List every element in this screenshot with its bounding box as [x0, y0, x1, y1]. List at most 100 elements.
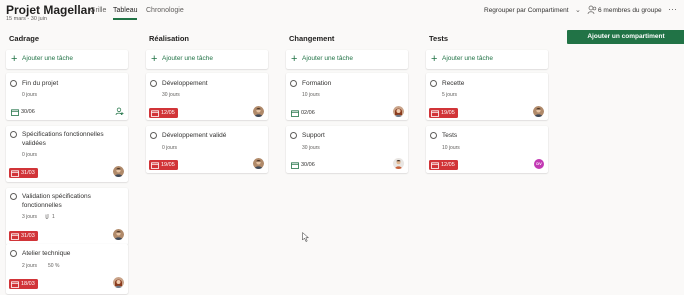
task-card[interactable]: Développement 30 jours 12/05 — [146, 73, 268, 120]
add-task-label: Ajouter une tâche — [302, 55, 353, 62]
complete-checkbox[interactable] — [290, 80, 297, 87]
add-task-label: Ajouter une tâche — [22, 55, 73, 62]
due-date: 12/05 — [161, 110, 175, 116]
mouse-cursor-icon — [302, 232, 310, 242]
bucket-title[interactable]: Changement — [289, 34, 334, 43]
page-header: Projet Magellan 15 mars - 30 juin Grille… — [0, 0, 684, 30]
task-progress: 10 jours — [442, 145, 460, 151]
more-options-icon[interactable]: ··· — [668, 4, 677, 14]
task-card[interactable]: Validation spécifications fonctionnelles… — [6, 188, 128, 245]
task-progress: 10 jours — [302, 92, 320, 98]
task-progress: 0 jours — [22, 152, 38, 158]
task-card[interactable]: Recette 5 jours 19/05 — [426, 73, 548, 120]
project-dates: 15 mars - 30 juin — [6, 16, 47, 22]
add-task-button[interactable]: + Ajouter une tâche — [286, 50, 408, 69]
avatar-initials[interactable]: DV — [534, 159, 544, 169]
add-task-button[interactable]: + Ajouter une tâche — [6, 50, 128, 69]
complete-checkbox[interactable] — [10, 193, 17, 200]
complete-checkbox[interactable] — [10, 250, 17, 257]
complete-checkbox[interactable] — [150, 132, 157, 139]
plus-icon: + — [431, 53, 438, 65]
due-date: 19/05 — [161, 162, 175, 168]
due-date: 30/06 — [21, 109, 35, 115]
tab-chronologie[interactable]: Chronologie — [146, 7, 184, 14]
complete-checkbox[interactable] — [290, 132, 297, 139]
tab-tableau[interactable]: Tableau — [113, 7, 138, 14]
complete-checkbox[interactable] — [430, 132, 437, 139]
members-label[interactable]: 6 membres du groupe — [598, 7, 662, 14]
percent-complete: 50 % — [48, 263, 60, 269]
task-title: Développement validé — [162, 132, 227, 139]
chevron-down-icon[interactable]: ⌄ — [575, 6, 581, 14]
avatar-man-2[interactable] — [393, 158, 404, 169]
calendar-icon — [431, 161, 439, 169]
task-card[interactable]: Fin du projet 0 jours 30/06 — [6, 73, 128, 120]
due-date-badge: 02/06 — [289, 108, 318, 118]
due-date-badge: 30/06 — [289, 160, 318, 170]
task-title: Recette — [442, 80, 465, 87]
active-tab-indicator — [113, 18, 137, 20]
bucket-title[interactable]: Réalisation — [149, 34, 189, 43]
task-progress: 30 jours — [302, 145, 320, 151]
task-title: Tests — [442, 132, 458, 139]
add-task-label: Ajouter une tâche — [442, 55, 493, 62]
task-card[interactable]: Atelier technique 2 jours 50 % 18/03 — [6, 244, 128, 294]
complete-checkbox[interactable] — [10, 80, 17, 87]
due-date-badge: 19/05 — [429, 108, 458, 118]
task-title: Atelier technique — [22, 250, 71, 257]
tab-grille[interactable]: Grille — [90, 7, 106, 14]
calendar-icon — [151, 161, 159, 169]
task-title: Formation — [302, 80, 332, 87]
avatar-man[interactable] — [113, 166, 124, 177]
task-card[interactable]: Développement validé 0 jours 19/05 — [146, 126, 268, 173]
avatar-woman[interactable] — [113, 277, 124, 288]
task-progress: 0 jours — [162, 145, 178, 151]
assign-icon[interactable] — [115, 107, 124, 116]
complete-checkbox[interactable] — [430, 80, 437, 87]
avatar-woman[interactable] — [393, 106, 404, 117]
task-card[interactable]: Support 30 jours 30/06 — [286, 126, 408, 173]
due-date-badge: 19/05 — [149, 160, 178, 170]
task-card[interactable]: Tests 10 jours 12/05 DV — [426, 126, 548, 173]
calendar-icon — [11, 169, 19, 177]
complete-checkbox[interactable] — [10, 131, 17, 138]
calendar-icon — [151, 109, 159, 117]
due-date: 19/05 — [441, 110, 455, 116]
calendar-icon — [11, 108, 19, 116]
calendar-icon — [11, 232, 19, 240]
calendar-icon — [291, 161, 299, 169]
members-icon[interactable] — [587, 5, 597, 15]
avatar-man[interactable] — [253, 158, 264, 169]
add-task-label: Ajouter une tâche — [162, 55, 213, 62]
task-progress: 0 jours — [22, 92, 38, 98]
due-date: 12/05 — [441, 162, 455, 168]
add-task-button[interactable]: + Ajouter une tâche — [426, 50, 548, 69]
add-bucket-button[interactable]: Ajouter un compartiment — [567, 30, 684, 44]
avatar-man[interactable] — [253, 106, 264, 117]
complete-checkbox[interactable] — [150, 80, 157, 87]
attachment-count: 1 — [52, 214, 55, 220]
task-card[interactable]: Spécifications fonctionnelles validées 0… — [6, 126, 128, 182]
task-progress: 30 jours — [162, 92, 180, 98]
bucket-title[interactable]: Cadrage — [9, 34, 39, 43]
task-card[interactable]: Formation 10 jours 02/06 — [286, 73, 408, 120]
due-date-badge: 31/03 — [9, 231, 38, 241]
attachment-icon — [45, 214, 49, 219]
plus-icon: + — [291, 53, 298, 65]
add-task-button[interactable]: + Ajouter une tâche — [146, 50, 268, 69]
task-progress: 5 jours — [442, 92, 458, 98]
due-date-badge: 30/06 — [9, 107, 38, 117]
calendar-icon — [431, 109, 439, 117]
task-title: Fin du projet — [22, 80, 59, 87]
task-title: Développement — [162, 80, 208, 87]
calendar-icon — [11, 280, 19, 288]
due-date: 31/03 — [21, 233, 35, 239]
group-by-dropdown[interactable]: Regrouper par Compartiment — [484, 7, 569, 14]
calendar-icon — [291, 109, 299, 117]
task-title: Support — [302, 132, 325, 139]
due-date-badge: 12/05 — [429, 160, 458, 170]
bucket-title[interactable]: Tests — [429, 34, 448, 43]
avatar-man[interactable] — [113, 229, 124, 240]
avatar-man[interactable] — [533, 106, 544, 117]
due-date-badge: 31/03 — [9, 168, 38, 178]
